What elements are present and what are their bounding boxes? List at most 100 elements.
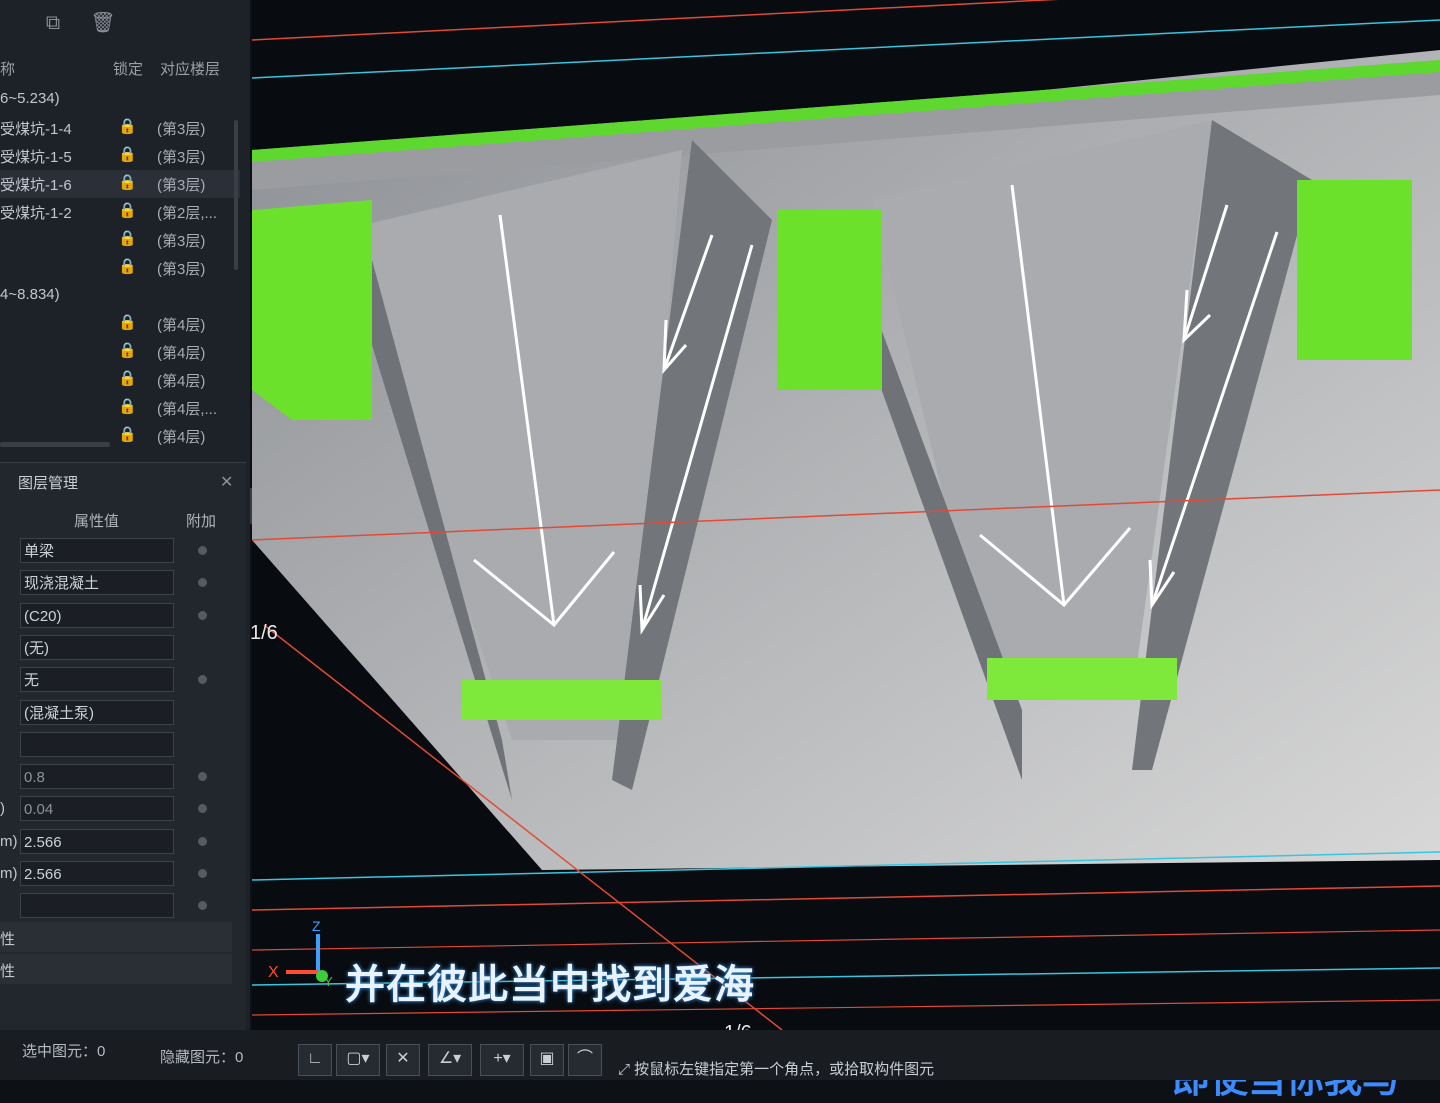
property-label: ) (0, 800, 5, 818)
tree-row-floor: (第4层,... (157, 401, 218, 418)
property-value-field[interactable]: 2.566 (20, 861, 174, 886)
attach-checkbox[interactable] (198, 610, 207, 620)
green-column-2 (777, 210, 882, 390)
property-value-field[interactable]: (无) (20, 634, 174, 660)
attach-checkbox[interactable] (198, 675, 207, 685)
tree-row-floor: (第3层) (157, 177, 206, 194)
column-name-header: 称 (0, 61, 16, 78)
selected-count: 选中图元：0 (22, 1043, 106, 1060)
tree-row-floor: (第3层) (157, 149, 206, 166)
page-indicator: 1/6 (250, 622, 278, 644)
tree-row-floor: (第3层) (157, 233, 206, 250)
lock-icon[interactable]: 🔒 (118, 397, 137, 417)
attach-checkbox[interactable] (198, 772, 207, 782)
curve-icon[interactable]: ⌒ (568, 1044, 602, 1076)
tree-row[interactable]: 受煤坑-1-2 🔒 (第2层,... (0, 198, 240, 226)
tree-row[interactable]: 4~8.834) (0, 282, 240, 310)
offset-icon[interactable]: +▾ (480, 1044, 524, 1076)
tree-row-name: 受煤坑-1-2 (0, 205, 72, 222)
green-column-3 (1297, 180, 1412, 360)
lock-icon[interactable]: 🔒 (118, 341, 137, 361)
axis-gizmo-icon (286, 934, 328, 982)
attach-checkbox[interactable] (198, 901, 207, 911)
tree-row[interactable]: 🔒 (第3层) (0, 254, 240, 282)
tree-row-floor: (第4层) (157, 317, 206, 334)
tree-row-floor: (第4层) (157, 345, 206, 362)
tree-row-floor: (第4层) (157, 429, 206, 446)
property-row: 单梁 (0, 536, 240, 566)
property-value-field[interactable]: (混凝土泵) (20, 699, 174, 725)
property-row: ) 0.04 (0, 794, 240, 824)
attach-checkbox[interactable] (198, 869, 207, 878)
3d-viewport[interactable] (252, 0, 1440, 1030)
property-row (0, 730, 240, 760)
display-icon[interactable]: ▣ (530, 1044, 564, 1076)
tree-row[interactable]: 🔒 (第4层,... (0, 394, 240, 422)
property-extra-header: 附加 (186, 513, 217, 530)
tree-row-name: 4~8.834) (0, 286, 60, 303)
tree-row-name: 受煤坑-1-4 (0, 121, 72, 138)
select-box-icon[interactable]: ▢▾ (336, 1044, 380, 1076)
property-row: 0.8 (0, 762, 240, 792)
hopper-1-ring (462, 680, 662, 720)
hidden-count: 隐藏图元：0 (160, 1049, 244, 1066)
attach-checkbox[interactable] (198, 578, 207, 588)
property-value-field[interactable]: 无 (20, 667, 174, 693)
lock-icon[interactable]: 🔒 (118, 425, 137, 445)
tree-row-floor: (第3层) (157, 121, 206, 138)
property-row: m) 2.566 (0, 827, 240, 857)
attach-checkbox[interactable] (198, 804, 207, 814)
command-hint: ⤢ 按鼠标左键指定第一个角点，或拾取构件图元 (618, 1058, 934, 1079)
property-value-field[interactable] (20, 893, 174, 919)
tree-row-name: 受煤坑-1-5 (0, 149, 72, 166)
close-icon[interactable]: ✕ (220, 472, 233, 492)
tree-row[interactable]: 受煤坑-1-5 🔒 (第3层) (0, 142, 240, 170)
property-value-field[interactable]: 单梁 (20, 538, 174, 563)
tree-row[interactable]: 🔒 (第4层) (0, 338, 240, 366)
property-row: m) 2.566 (0, 859, 240, 889)
lock-icon[interactable]: 🔒 (118, 313, 137, 333)
lock-icon[interactable]: 🔒 (118, 369, 137, 389)
tree-row[interactable]: 6~5.234) (0, 86, 240, 114)
tree-row-floor: (第4层) (157, 373, 206, 390)
property-value-field[interactable]: 现浇混凝土 (20, 570, 174, 596)
command-hint-text: 按鼠标左键指定第一个角点，或拾取构件图元 (634, 1061, 935, 1078)
property-group[interactable]: 性 (0, 954, 232, 984)
lock-icon[interactable]: 🔒 (118, 145, 137, 165)
angle-icon[interactable]: ∠▾ (428, 1044, 472, 1076)
layer-manager-tab[interactable]: 图层管理 (18, 472, 78, 493)
tree-scrollbar[interactable] (234, 120, 238, 270)
tree-toolbar: ⧉ 🗑 (0, 0, 250, 46)
property-value-field[interactable]: 2.566 (20, 828, 174, 854)
tree-row-floor: (第3层) (157, 261, 206, 278)
copy-icon[interactable]: ⧉ (40, 10, 66, 36)
tree-row[interactable]: 🔒 (第3层) (0, 226, 240, 254)
hopper-2-ring (987, 658, 1177, 700)
delete-icon[interactable]: 🗑 (90, 10, 116, 36)
lock-icon[interactable]: 🔒 (118, 201, 137, 221)
lock-icon[interactable]: 🔒 (118, 257, 137, 277)
property-value-field[interactable] (20, 731, 174, 757)
property-value-field[interactable]: (C20) (20, 602, 174, 628)
column-lock-header: 锁定 (113, 61, 144, 78)
model-canvas[interactable] (252, 0, 1440, 1030)
tree-row[interactable]: 受煤坑-1-4 🔒 (第3层) (0, 114, 240, 142)
tree-row[interactable]: 🔒 (第4层) (0, 366, 240, 394)
cross-select-icon[interactable]: ✕ (386, 1044, 420, 1076)
property-value-header: 属性值 (74, 513, 120, 530)
lock-icon[interactable]: 🔒 (118, 117, 137, 137)
property-value-field[interactable]: 0.04 (20, 796, 174, 822)
property-group[interactable]: 性 (0, 922, 232, 952)
ortho-icon[interactable]: ∟ (298, 1044, 332, 1076)
property-value-field[interactable]: 0.8 (20, 764, 174, 790)
column-floor-header: 对应楼层 (160, 61, 221, 78)
tree-hscrollbar[interactable] (0, 442, 110, 447)
lock-icon[interactable]: 🔒 (118, 229, 137, 249)
tree-row[interactable]: 🔒 (第4层) (0, 310, 240, 338)
property-row: (混凝土泵) (0, 698, 240, 728)
attach-checkbox[interactable] (198, 546, 207, 555)
video-subtitle: 并在彼此当中找到爱海 (345, 963, 755, 1007)
lock-icon[interactable]: 🔒 (118, 173, 137, 193)
tree-row[interactable]: 受煤坑-1-6 🔒 (第3层) (0, 170, 240, 198)
attach-checkbox[interactable] (198, 836, 207, 846)
